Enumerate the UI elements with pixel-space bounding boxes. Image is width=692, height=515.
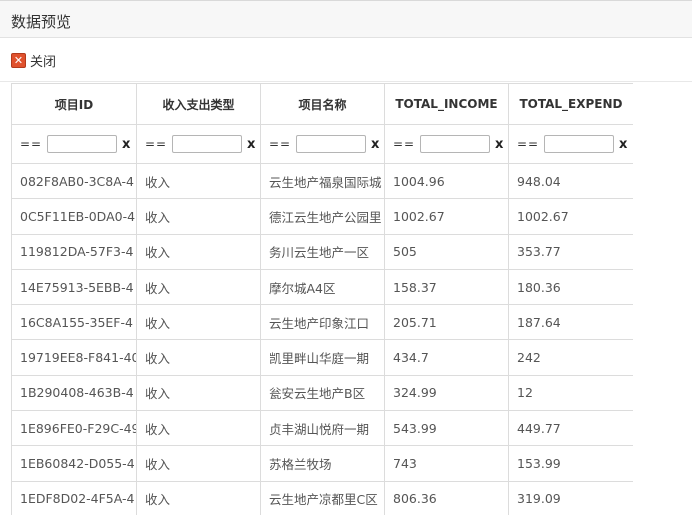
filter-input-project-id[interactable] bbox=[47, 135, 117, 153]
cell-project-id: 14E75913-5EBB-4 bbox=[11, 268, 137, 306]
filter-operator[interactable]: == bbox=[517, 137, 538, 151]
column-header-project-id[interactable]: 项目ID bbox=[11, 83, 137, 125]
cell-total-expend: 1002.67 bbox=[508, 198, 633, 235]
table-row[interactable]: 19719EE8-F841-40 收入 凯里畔山华庭一期 434.7 242 bbox=[11, 339, 633, 376]
cell-project-id: 1EB60842-D055-4 bbox=[11, 445, 137, 482]
cell-type: 收入 bbox=[136, 233, 261, 270]
cell-total-income: 1002.67 bbox=[384, 198, 509, 235]
data-grid: 项目ID 收入支出类型 项目名称 TOTAL_INCOME TOTAL_EXPE… bbox=[11, 83, 633, 515]
cell-total-expend: 319.09 bbox=[508, 480, 633, 515]
cell-type: 收入 bbox=[136, 162, 261, 200]
cell-total-income: 505 bbox=[384, 233, 509, 270]
cell-project-id: 1B290408-463B-4 bbox=[11, 374, 137, 412]
cell-type: 收入 bbox=[136, 198, 261, 235]
cell-project-name: 德江云生地产公园里 bbox=[260, 198, 385, 235]
filter-input-total-income[interactable] bbox=[420, 135, 490, 153]
cell-type: 收入 bbox=[136, 480, 261, 515]
cell-project-id: 16C8A155-35EF-4 bbox=[11, 304, 137, 341]
cell-project-name: 瓮安云生地产B区 bbox=[260, 374, 385, 412]
cell-type: 收入 bbox=[136, 410, 261, 447]
filter-operator[interactable]: == bbox=[269, 137, 290, 151]
cell-project-id: 119812DA-57F3-4 bbox=[11, 233, 137, 270]
table-row[interactable]: 1EB60842-D055-4 收入 苏格兰牧场 743 153.99 bbox=[11, 445, 633, 482]
cell-project-id: 19719EE8-F841-40 bbox=[11, 339, 137, 376]
table-row[interactable]: 119812DA-57F3-4 收入 务川云生地产一区 505 353.77 bbox=[11, 233, 633, 270]
table-row[interactable]: 1EDF8D02-4F5A-4 收入 云生地产凉都里C区 806.36 319.… bbox=[11, 480, 633, 515]
cell-project-name: 云生地产印象江口 bbox=[260, 304, 385, 341]
table-row[interactable]: 14E75913-5EBB-4 收入 摩尔城A4区 158.37 180.36 bbox=[11, 268, 633, 306]
cell-total-expend: 449.77 bbox=[508, 410, 633, 447]
table-row[interactable]: 082F8AB0-3C8A-4 收入 云生地产福泉国际城 1004.96 948… bbox=[11, 162, 633, 200]
data-table: 项目ID 收入支出类型 项目名称 TOTAL_INCOME TOTAL_EXPE… bbox=[11, 83, 633, 515]
cell-project-name: 云生地产福泉国际城 bbox=[260, 162, 385, 200]
filter-clear-button[interactable]: x bbox=[495, 137, 503, 152]
table-row[interactable]: 1E896FE0-F29C-49 收入 贞丰湖山悦府一期 543.99 449.… bbox=[11, 410, 633, 447]
table-row[interactable]: 1B290408-463B-4 收入 瓮安云生地产B区 324.99 12 bbox=[11, 374, 633, 412]
cell-total-income: 543.99 bbox=[384, 410, 509, 447]
filter-input-type[interactable] bbox=[172, 135, 242, 153]
filter-clear-button[interactable]: x bbox=[619, 137, 627, 152]
cell-total-expend: 242 bbox=[508, 339, 633, 376]
column-header-type[interactable]: 收入支出类型 bbox=[136, 83, 261, 125]
close-button-label: 关闭 bbox=[30, 54, 57, 70]
cell-type: 收入 bbox=[136, 339, 261, 376]
cell-type: 收入 bbox=[136, 374, 261, 412]
filter-row: == x == x == x == x == x bbox=[11, 124, 633, 164]
cell-project-name: 凯里畔山华庭一期 bbox=[260, 339, 385, 376]
cell-project-name: 云生地产凉都里C区 bbox=[260, 480, 385, 515]
cell-total-income: 1004.96 bbox=[384, 162, 509, 200]
cell-total-income: 158.37 bbox=[384, 268, 509, 306]
cell-project-name: 苏格兰牧场 bbox=[260, 445, 385, 482]
cell-type: 收入 bbox=[136, 304, 261, 341]
filter-cell-project-name: == x bbox=[260, 124, 385, 164]
cell-total-expend: 948.04 bbox=[508, 162, 633, 200]
cell-project-name: 贞丰湖山悦府一期 bbox=[260, 410, 385, 447]
cell-total-expend: 153.99 bbox=[508, 445, 633, 482]
cell-total-income: 743 bbox=[384, 445, 509, 482]
column-header-total-expend[interactable]: TOTAL_EXPEND bbox=[508, 83, 633, 125]
filter-cell-total-income: == x bbox=[384, 124, 509, 164]
cell-total-income: 324.99 bbox=[384, 374, 509, 412]
filter-clear-button[interactable]: x bbox=[122, 137, 130, 152]
cell-project-id: 0C5F11EB-0DA0-4 bbox=[11, 198, 137, 235]
title-bar: 数据预览 bbox=[0, 0, 692, 38]
header-row: 项目ID 收入支出类型 项目名称 TOTAL_INCOME TOTAL_EXPE… bbox=[11, 83, 633, 125]
column-header-total-income[interactable]: TOTAL_INCOME bbox=[384, 83, 509, 125]
cell-total-income: 434.7 bbox=[384, 339, 509, 376]
column-header-project-name[interactable]: 项目名称 bbox=[260, 83, 385, 125]
cell-total-income: 806.36 bbox=[384, 480, 509, 515]
filter-operator[interactable]: == bbox=[145, 137, 166, 151]
data-preview-window: 数据预览 ✕ 关闭 项目ID 收入支出类型 项目名称 TOTAL_INCOME … bbox=[0, 0, 692, 515]
filter-cell-project-id: == x bbox=[11, 124, 137, 164]
close-icon: ✕ bbox=[11, 52, 26, 68]
filter-cell-type: == x bbox=[136, 124, 261, 164]
cell-total-expend: 12 bbox=[508, 374, 633, 412]
cell-project-id: 1E896FE0-F29C-49 bbox=[11, 410, 137, 447]
filter-clear-button[interactable]: x bbox=[247, 137, 255, 152]
filter-input-total-expend[interactable] bbox=[544, 135, 614, 153]
filter-operator[interactable]: == bbox=[393, 137, 414, 151]
filter-operator[interactable]: == bbox=[20, 137, 41, 151]
window-title: 数据预览 bbox=[11, 13, 72, 31]
cell-total-expend: 180.36 bbox=[508, 268, 633, 306]
filter-clear-button[interactable]: x bbox=[371, 137, 379, 152]
cell-type: 收入 bbox=[136, 445, 261, 482]
filter-cell-total-expend: == x bbox=[508, 124, 633, 164]
close-button[interactable]: ✕ 关闭 bbox=[11, 51, 57, 70]
table-row[interactable]: 16C8A155-35EF-4 收入 云生地产印象江口 205.71 187.6… bbox=[11, 304, 633, 341]
cell-type: 收入 bbox=[136, 268, 261, 306]
cell-total-expend: 353.77 bbox=[508, 233, 633, 270]
table-row[interactable]: 0C5F11EB-0DA0-4 收入 德江云生地产公园里 1002.67 100… bbox=[11, 198, 633, 235]
cell-project-name: 摩尔城A4区 bbox=[260, 268, 385, 306]
cell-project-name: 务川云生地产一区 bbox=[260, 233, 385, 270]
cell-project-id: 1EDF8D02-4F5A-4 bbox=[11, 480, 137, 515]
cell-total-expend: 187.64 bbox=[508, 304, 633, 341]
cell-project-id: 082F8AB0-3C8A-4 bbox=[11, 162, 137, 200]
filter-input-project-name[interactable] bbox=[296, 135, 366, 153]
cell-total-income: 205.71 bbox=[384, 304, 509, 341]
toolbar: ✕ 关闭 bbox=[0, 38, 692, 82]
